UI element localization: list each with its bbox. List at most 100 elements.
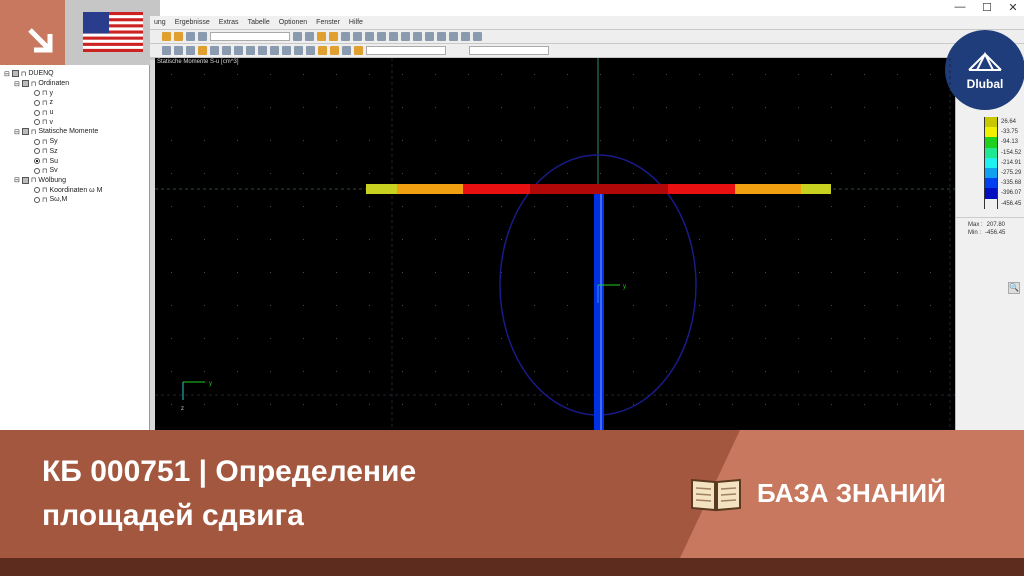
checkbox[interactable] [21, 80, 29, 88]
tree-item[interactable]: ⊓ Koordinaten ω M [4, 185, 149, 195]
render2-icon[interactable] [318, 46, 327, 55]
menu-item[interactable]: ung [154, 19, 166, 26]
tree-group[interactable]: ⊟ ⊓ Ordinaten [4, 79, 149, 89]
tree-group[interactable]: ⊟ ⊓ Statische Momente [4, 127, 149, 137]
axis-icon[interactable] [198, 46, 207, 55]
radio-button[interactable] [34, 196, 40, 203]
tree-item[interactable]: ⊓ Sy [4, 137, 149, 147]
tree-group[interactable]: ⊟ ⊓ Wölbung [4, 176, 149, 186]
next-icon[interactable] [305, 32, 314, 41]
book-icon [691, 478, 741, 512]
tree-root[interactable]: ⊟ ⊓ DUENQ [4, 69, 149, 79]
radio-button[interactable] [34, 148, 40, 155]
toolbar-2 [150, 44, 1024, 57]
tree-item[interactable]: ⊓ z [4, 98, 149, 108]
checkbox[interactable] [11, 70, 19, 78]
menu-fenster[interactable]: Fenster [316, 19, 340, 26]
collapse-icon: ⊟ [14, 80, 20, 88]
zoom-icon[interactable] [162, 46, 171, 55]
combo-2[interactable] [366, 46, 446, 55]
render-icon[interactable] [306, 46, 315, 55]
curve-icon[interactable] [401, 32, 410, 41]
warning-icon[interactable] [425, 32, 434, 41]
axis8-icon[interactable] [282, 46, 291, 55]
checkbox[interactable] [21, 176, 29, 184]
section-icon: ⊓ [42, 138, 48, 146]
radio-button[interactable] [34, 90, 40, 97]
axis3-icon[interactable] [222, 46, 231, 55]
prev-icon[interactable] [293, 32, 302, 41]
tree-item-label: Sω,M [49, 196, 68, 204]
tree-item[interactable]: ⊓ Sω,M [4, 195, 149, 205]
result2-icon[interactable] [329, 32, 338, 41]
axis6-icon[interactable] [258, 46, 267, 55]
bridge-icon [968, 51, 1002, 71]
tree-item-label: u [49, 109, 54, 117]
tree-item[interactable]: ⊓ y [4, 88, 149, 98]
toolbar-combo[interactable] [210, 32, 290, 41]
palette-icon[interactable] [354, 46, 363, 55]
section-icon: ⊓ [42, 99, 48, 107]
checkbox[interactable] [21, 128, 29, 136]
maximize-button[interactable]: ☐ [977, 1, 997, 14]
menu-tabelle[interactable]: Tabelle [248, 19, 270, 26]
user-icon[interactable] [198, 32, 207, 41]
axis7-icon[interactable] [270, 46, 279, 55]
language-flag[interactable] [65, 0, 160, 65]
torsion-icon[interactable] [449, 32, 458, 41]
tree-item[interactable]: ⊓ Sz [4, 147, 149, 157]
tool-icon[interactable] [341, 32, 350, 41]
minimize-button[interactable]: — [950, 1, 970, 13]
close-button[interactable]: ✕ [1003, 1, 1023, 14]
camera-icon[interactable] [461, 32, 470, 41]
result-icon[interactable] [317, 32, 326, 41]
target-icon[interactable] [413, 32, 422, 41]
legend-swatch [984, 147, 998, 158]
combo-3[interactable] [469, 46, 549, 55]
tree-item[interactable]: ⊓ Sv [4, 166, 149, 176]
radio-button[interactable] [34, 158, 40, 165]
table2-icon[interactable] [365, 32, 374, 41]
tree-item[interactable]: ⊓ u [4, 108, 149, 118]
ibeam-icon[interactable] [186, 46, 195, 55]
menu-optionen[interactable]: Optionen [279, 19, 307, 26]
delete-icon[interactable] [437, 32, 446, 41]
render3-icon[interactable] [330, 46, 339, 55]
share-icon[interactable] [473, 32, 482, 41]
graphics-canvas[interactable]: y y z Statische Momente S-u [cm^3] [155, 58, 955, 430]
tree-item[interactable]: ⊓ v [4, 117, 149, 127]
navigator-tree: ⊟ ⊓ DUENQ ⊟ ⊓ Ordinaten ⊓ y ⊓ z ⊓ u ⊓ v ⊟ ⊓ Statische M… [0, 65, 150, 430]
section-icon: ⊓ [42, 119, 48, 127]
view-icon[interactable] [174, 32, 183, 41]
open-icon[interactable] [162, 32, 171, 41]
legend-entry: -33.75 [956, 127, 1024, 138]
section-icon: ⊓ [42, 109, 48, 117]
radio-button[interactable] [34, 109, 40, 116]
legend-value: -396.07 [1001, 190, 1022, 197]
color-icon[interactable] [294, 46, 303, 55]
radio-button[interactable] [34, 167, 40, 174]
knowledge-base-label: БАЗА ЗНАНИЙ [757, 478, 946, 508]
settings-icon[interactable] [389, 32, 398, 41]
axis4-icon[interactable] [234, 46, 243, 55]
menu-ergebnisse[interactable]: Ergebnisse [175, 19, 210, 26]
table-icon[interactable] [353, 32, 362, 41]
menu-extras[interactable]: Extras [219, 19, 239, 26]
tree-label: DUENQ [28, 70, 54, 78]
view2-icon[interactable] [186, 32, 195, 41]
radio-button[interactable] [34, 138, 40, 145]
radio-button[interactable] [34, 187, 40, 194]
collapse-icon: ⊟ [14, 128, 20, 136]
bracket-icon[interactable] [342, 46, 351, 55]
radio-button[interactable] [34, 99, 40, 106]
section-icon: ⊓ [42, 167, 48, 175]
legend-entry: 26.64 [956, 117, 1024, 128]
axis2-icon[interactable] [210, 46, 219, 55]
axis5-icon[interactable] [246, 46, 255, 55]
radio-button[interactable] [34, 119, 40, 126]
menu-hilfe[interactable]: Hilfe [349, 19, 363, 26]
section-icon[interactable] [174, 46, 183, 55]
print-icon[interactable] [377, 32, 386, 41]
tree-item[interactable]: ⊓ Su [4, 156, 149, 166]
zoom-legend-button[interactable]: 🔍 [1008, 282, 1020, 294]
